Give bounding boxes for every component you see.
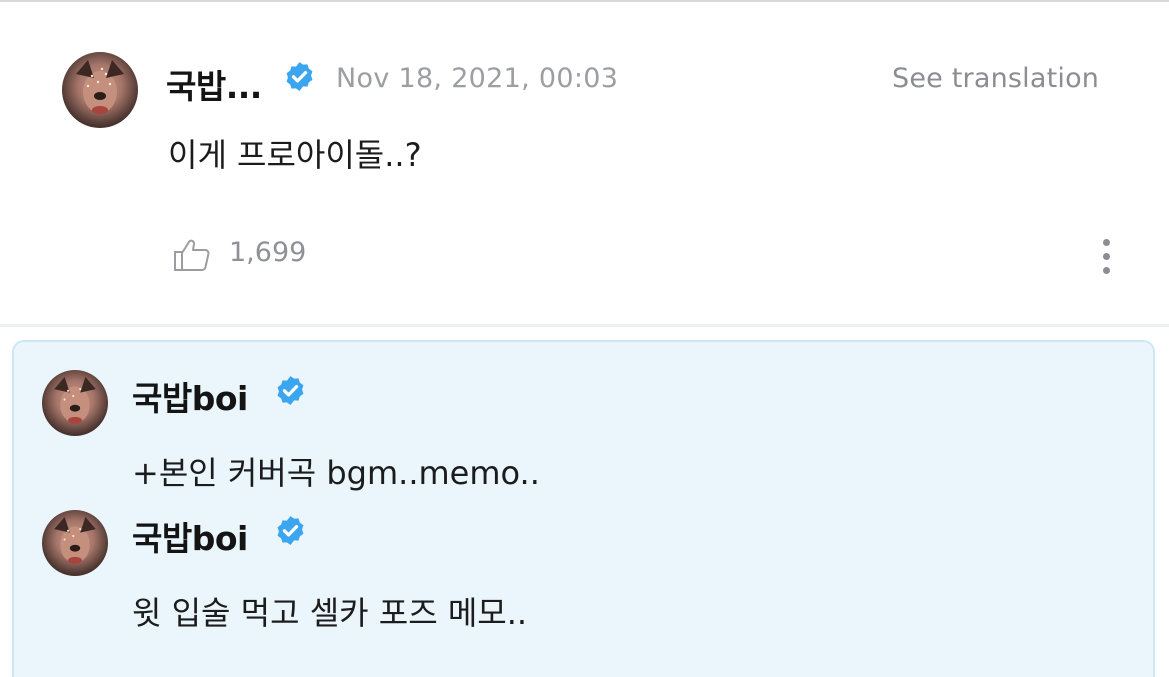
- reply-author-name[interactable]: 국밥boi: [132, 372, 248, 420]
- comment-thread: 국밥... Nov 18, 2021, 00:03 See translatio…: [0, 0, 1169, 677]
- author-name[interactable]: 국밥...: [166, 60, 262, 108]
- reply-thread-box: 국밥boi +본인 커버곡 bgm..memo.. 국밥boi 윗 입술 먹고 …: [12, 340, 1155, 677]
- reply-avatar[interactable]: [42, 510, 108, 576]
- reply-author-name[interactable]: 국밥boi: [132, 512, 248, 560]
- section-divider: [0, 324, 1169, 327]
- author-avatar[interactable]: [62, 52, 138, 128]
- reply-text: +본인 커버곡 bgm..memo..: [132, 454, 540, 492]
- like-count: 1,699: [229, 237, 307, 268]
- like-thumbs-up-icon[interactable]: [172, 234, 212, 274]
- see-translation-link[interactable]: See translation: [892, 63, 1099, 94]
- reply-text: 윗 입술 먹고 셀카 포즈 메모..: [132, 594, 528, 632]
- verified-badge-icon: [277, 376, 304, 405]
- verified-badge-icon: [286, 62, 313, 91]
- more-options-icon[interactable]: [1099, 239, 1113, 279]
- reply-avatar[interactable]: [42, 370, 108, 436]
- verified-badge-icon: [277, 516, 304, 545]
- main-post: 국밥... Nov 18, 2021, 00:03 See translatio…: [0, 2, 1169, 324]
- post-timestamp: Nov 18, 2021, 00:03: [336, 63, 619, 94]
- post-text: 이게 프로아이돌..?: [168, 136, 422, 174]
